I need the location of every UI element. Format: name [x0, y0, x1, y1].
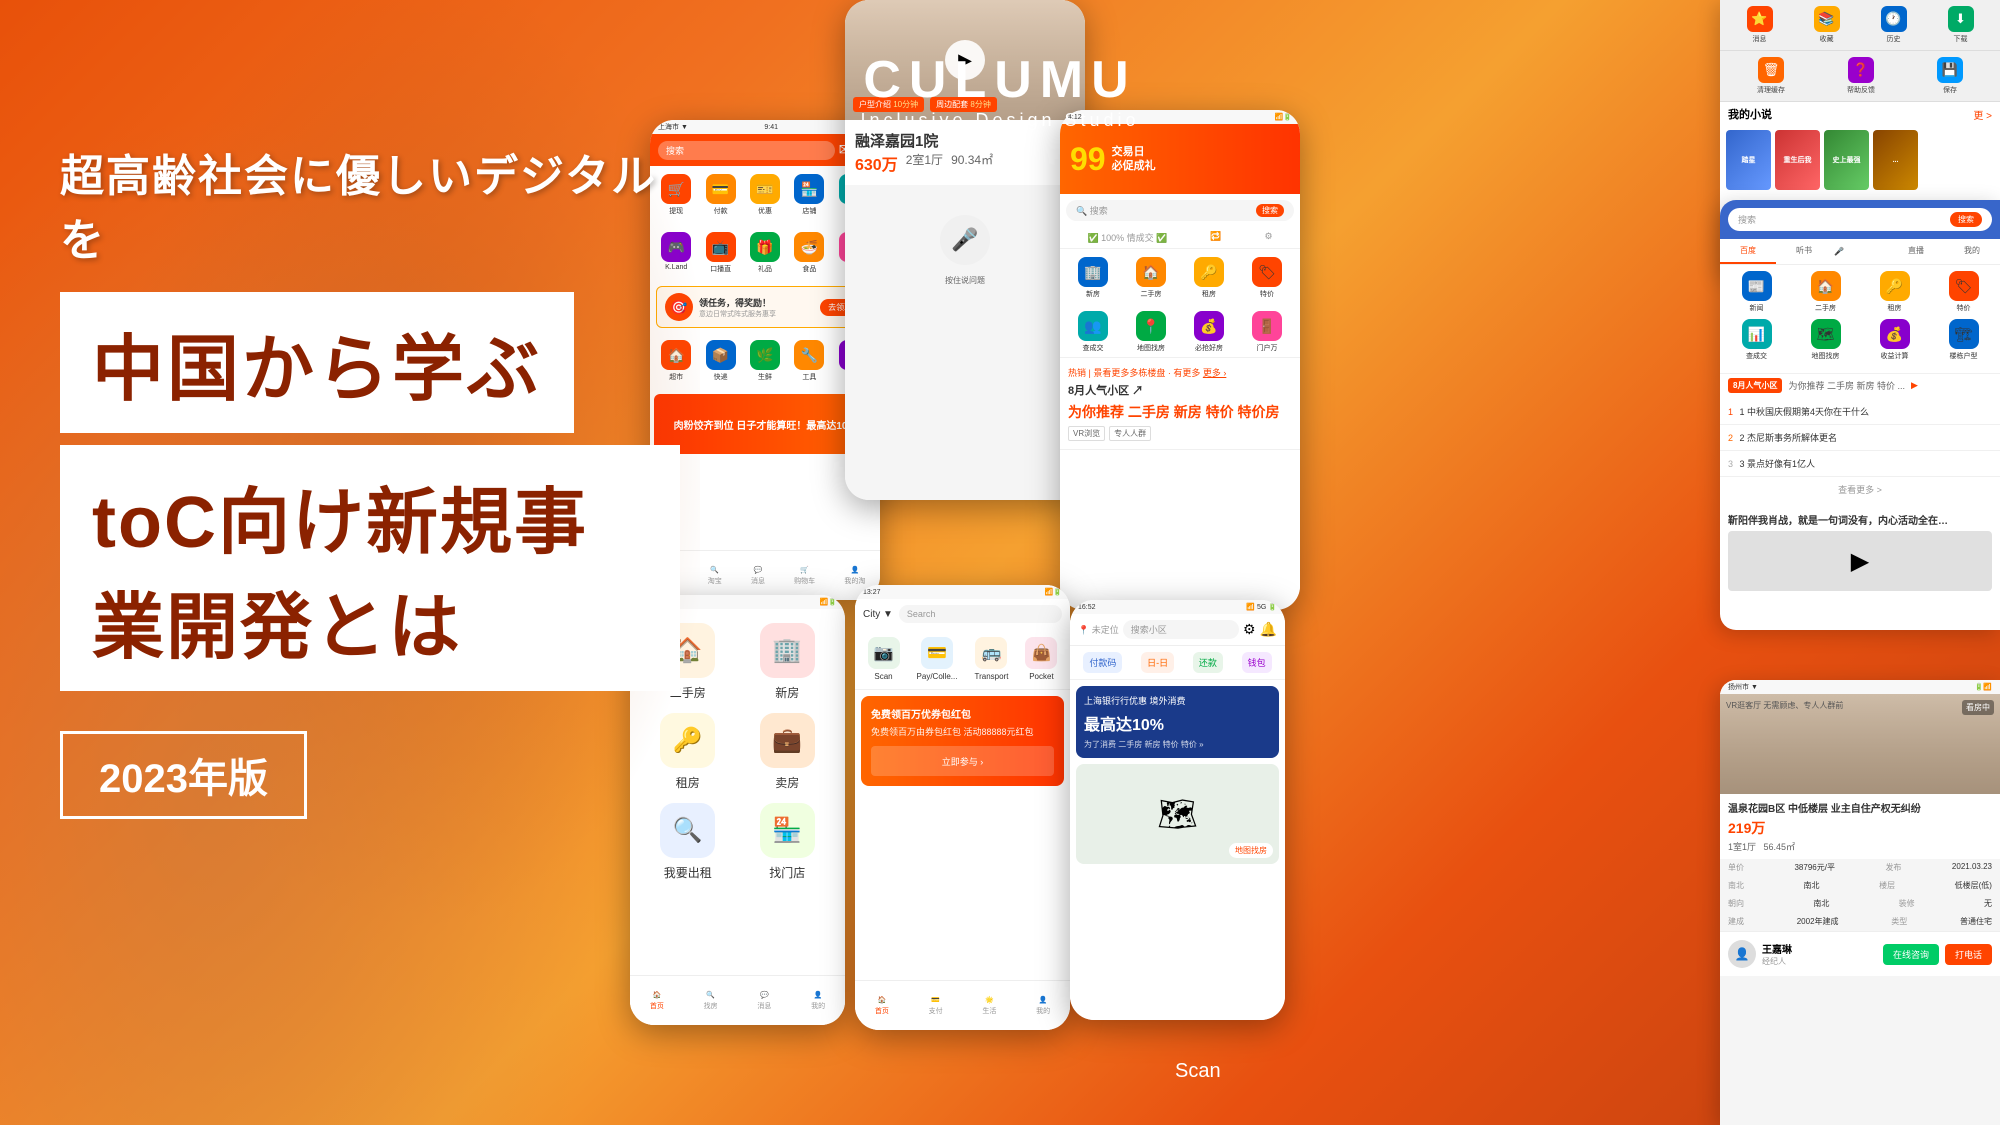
agent-row: 👤 王嘉琳 经纪人 在线咨询 打电话: [1720, 931, 2000, 976]
voice-hint: 按住说问题: [945, 275, 985, 286]
map-area: 🗺 地图找房: [1076, 764, 1279, 864]
baidu-tabs: 百度 听书 🎤 直播 我的: [1720, 239, 2000, 265]
novels-header: 我的小说 更 >: [1720, 102, 2000, 126]
phone-realestate-map: 16:52 📶 5G 🔋 📍 未定位 搜索小区 ⚙ 🔔 付款码 日-日 还款: [1070, 600, 1285, 1020]
hero-subtitle: 超高齢社会に優しいデジタルを: [60, 140, 680, 268]
search-bar-99[interactable]: 🔍 搜索 搜索: [1066, 200, 1294, 221]
listing-card: 热销 | 景看更多多栋楼盘 · 有更多 更多 › 8月人气小区 ↗ 为你推荐 二…: [1060, 358, 1300, 450]
tab-live[interactable]: 直播: [1888, 239, 1944, 264]
icon-pay: 💳 付款: [706, 174, 736, 216]
icon-gift: 🎁 礼品: [750, 232, 780, 274]
nav-search[interactable]: 🔍淘宝: [708, 566, 722, 586]
scan-nav-home[interactable]: 🏠首页: [875, 996, 889, 1016]
lianjia-maifang: 💼 卖房: [744, 713, 832, 791]
more-icons: 👥 查成交 📍 地图找房 💰 必抢好房 🚪 门户万: [1060, 307, 1300, 358]
detail-unit-price: 单价 38796元/平 发布 2021.03.23: [1720, 859, 2000, 877]
chat-button[interactable]: 在线咨询: [1883, 944, 1939, 965]
map-search[interactable]: 搜索小区: [1123, 620, 1239, 639]
scan-header: City ▼ Search: [855, 599, 1070, 629]
icon-food: 🍜 食品: [794, 232, 824, 274]
detail-year: 建成 2002年建成 类型 普通住宅: [1720, 913, 2000, 931]
brand-logo: CULUMU Inclusive Design Studio: [860, 50, 1139, 131]
news-item-1: 1 1 中秋国庆假期第4天你在干什么: [1720, 399, 2000, 425]
app-panel-bot-right: 扬州市 ▼ 🔋📶 VR逛客厅 无需顾虑、专人人群前 看房中 温泉花园B区 中低楼…: [1720, 680, 2000, 1125]
news-item-3: 3 3 景点好像有1亿人: [1720, 451, 2000, 477]
lianjia-xinfang: 🏢 新房: [744, 623, 832, 701]
voice-area: 🎤 按住说问题: [845, 185, 1085, 306]
brand-subtitle: Inclusive Design Studio: [860, 110, 1139, 131]
agent-avatar: 👤: [1728, 940, 1756, 968]
pay-icons-row: 📷 Scan 💳 Pay/Colle... 🚌 Transport 👜 Pock…: [855, 629, 1070, 690]
yue-banner: 8月人气小区 为你推荐 二手房 新房 特价 ... ▶: [1720, 373, 2000, 397]
year-text: 2023年版: [99, 757, 268, 801]
scan-label: Scan: [1175, 1060, 1221, 1082]
icon-live: 📺 口播直: [706, 232, 736, 274]
scan-status-bar: 13:27 📶🔋: [855, 585, 1070, 599]
promo-action[interactable]: 立即参与 ›: [871, 746, 1054, 776]
stats-row: ✅ 100% 情成交 ✅ 🔁 ⚙: [1060, 227, 1300, 249]
tab-tingbook[interactable]: 听书: [1776, 239, 1832, 264]
scan-pay: 📷 Scan: [868, 637, 900, 681]
icon-coupon: 🎫 优惠: [750, 174, 780, 216]
year-badge: 2023年版: [60, 731, 307, 819]
lianjia-mendian: 🏪 找门店: [744, 803, 832, 881]
tab-voice[interactable]: 🎤: [1832, 239, 1888, 264]
title-line-2: toC向け新規事業開発とは: [92, 483, 588, 668]
tab-news[interactable]: 百度: [1720, 239, 1776, 264]
voice-button[interactable]: 🎤: [940, 215, 990, 265]
pocket: 👜 Pocket: [1025, 637, 1057, 681]
lianjia-nav-explore[interactable]: 🔍找房: [704, 991, 718, 1011]
lianjia-nav-mine[interactable]: 👤我的: [811, 991, 825, 1011]
property-icons: 🏢 新房 🏠 二手房 🔑 租房 🏷 特价: [1060, 249, 1300, 307]
map-header: 📍 未定位 搜索小区 ⚙ 🔔: [1070, 614, 1285, 646]
icon-shop: 🏪 店铺: [794, 174, 824, 216]
phone-scan: 13:27 📶🔋 City ▼ Search 📷 Scan 💳 Pay/Coll…: [855, 585, 1070, 1030]
title-box-1: 中国から学ぶ: [60, 292, 574, 433]
action-buttons: 付款码 日-日 还款 钱包: [1070, 646, 1285, 680]
detail-location: 南北 南北 楼层 低楼层(低): [1720, 877, 2000, 895]
nav-profile[interactable]: 👤我的淘: [844, 566, 865, 586]
nav-cart[interactable]: 🛒购物车: [794, 566, 815, 586]
scan-nav-mine[interactable]: 👤我的: [1036, 996, 1050, 1016]
baidu-icons-grid: 📰 新闻 🏠 二手房 🔑 租房 🏷 特价 📊 查成交 🗺 地图找房: [1720, 265, 2000, 373]
title-box-2: toC向け新規事業開発とは: [60, 445, 680, 691]
nav-msg[interactable]: 💬消息: [751, 566, 765, 586]
see-more[interactable]: 查看更多 >: [1720, 477, 2000, 502]
call-button[interactable]: 打电话: [1945, 944, 1992, 965]
bank-info: 上海银行行优惠 境外消费 最高达10% 为了消费 二手房 新房 特价 特价 »: [1076, 686, 1279, 758]
video-thumb[interactable]: ▶: [1728, 531, 1992, 591]
baidu-news-feed: 1 1 中秋国庆假期第4天你在干什么 2 2 杰尼斯事务所解体更名 3 3 景点…: [1720, 399, 2000, 502]
scan-bottom-nav: 🏠首页 💳支付 🌟生活 👤我的: [855, 980, 1070, 1030]
baidu-search-area: 搜索 搜索: [1720, 200, 2000, 239]
news-item-2: 2 2 杰尼斯事务所解体更名: [1720, 425, 2000, 451]
banner-99: 99 交易日必促成礼: [1060, 124, 1300, 194]
brand-name: CULUMU: [860, 50, 1139, 110]
pay-collect: 💳 Pay/Colle...: [917, 637, 958, 681]
phone-99promo: 4:12 📶🔋 99 交易日必促成礼 🔍 搜索 搜索 ✅ 100% 情成交 ✅ …: [1060, 110, 1300, 610]
title-line-1: 中国から学ぶ: [92, 330, 542, 410]
detail-orientation: 朝向 南北 装修 无: [1720, 895, 2000, 913]
books-row: 踏星 重生后我 史上最强 ...: [1720, 126, 2000, 194]
room-photo: VR逛客厅 无需顾虑、专人人群前 看房中: [1720, 694, 2000, 794]
promo-banner-scan: 免费领百万优券包红包 免费领百万由券包红包 活动88888元红包 立即参与 ›: [861, 696, 1064, 786]
tab-mine[interactable]: 我的: [1944, 239, 2000, 264]
property-details: 630万 2室1厅 90.34㎡: [855, 151, 1075, 175]
app-panel-mid-right: 搜索 搜索 百度 听书 🎤 直播 我的 📰 新闻 🏠 二手房: [1720, 200, 2000, 630]
baidu-search-bar[interactable]: 搜索 搜索: [1728, 208, 1992, 231]
hero-content: 超高齢社会に優しいデジタルを 中国から学ぶ toC向け新規事業開発とは 2023…: [60, 140, 680, 819]
bot-property-name: 温泉花园B区 中低楼层 业主自住产权无纠纷 219万 1室1厅 56.45㎡: [1720, 794, 2000, 859]
property-title: 融泽嘉园1院: [855, 130, 1075, 151]
scan-label-area: Scan: [1175, 1060, 1221, 1083]
scan-nav-life[interactable]: 🌟生活: [982, 996, 996, 1016]
main-container: CULUMU Inclusive Design Studio 超高齢社会に優しい…: [0, 0, 2000, 1125]
scan-nav-pay[interactable]: 💳支付: [929, 996, 943, 1016]
video-preview: 靳阳伴我肖战，就是一句词没有，内心活动全在… ▶: [1720, 504, 2000, 599]
top-right-header: ⭐ 消息 📚 收藏 🕐 历史 ⬇ 下载: [1720, 0, 2000, 51]
top-right-actions: 🗑 清理缓存 ❓ 帮助反馈 💾 保存: [1720, 51, 2000, 102]
transport: 🚌 Transport: [974, 637, 1008, 681]
scan-search-bar[interactable]: Search: [899, 605, 1062, 623]
lianjia-nav-msg[interactable]: 💬消息: [757, 991, 771, 1011]
